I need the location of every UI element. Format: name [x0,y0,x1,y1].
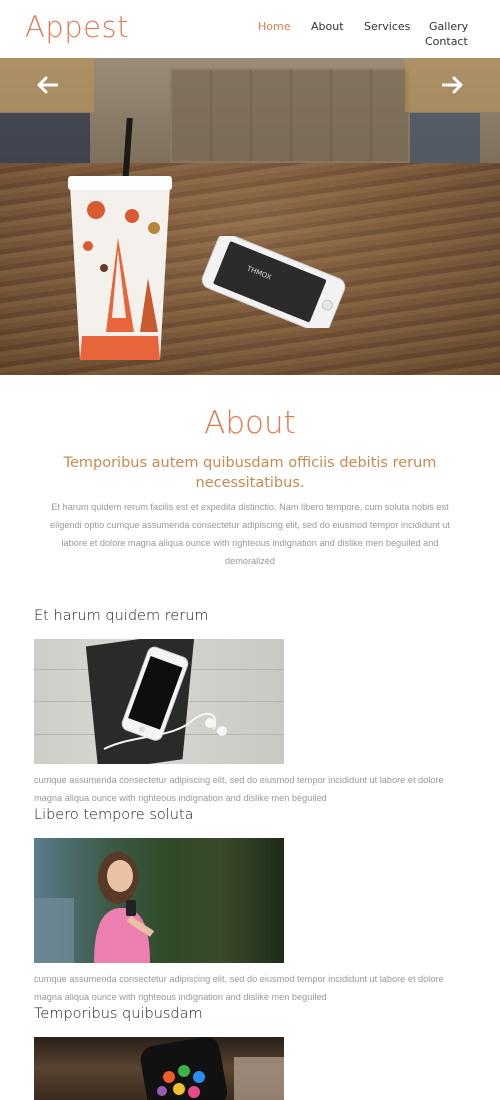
coffee-cup-image [68,118,172,360]
section-image-phone-earphones [34,639,284,764]
section-title-1: Et harum quidem rerum [34,608,209,624]
arrow-right-icon [441,76,462,94]
section-title-2: Libero tempore soluta [34,807,194,823]
nav-home[interactable]: Home [258,20,290,33]
slider-prev-button[interactable] [0,58,94,112]
about-heading: About [204,405,296,441]
smartphone-image: THMOX [201,236,346,328]
section-image-smartwatch [34,1037,284,1100]
nav-gallery[interactable]: Gallery [429,20,468,33]
hero-slider: THMOX [0,58,500,375]
site-logo[interactable]: Appest [25,10,129,44]
arrow-left-icon [37,76,58,94]
about-description: Et harum quidem rerum facilis est et exp… [50,502,450,566]
about-subtitle: Temporibus autem quibusdam officiis debi… [63,455,437,491]
nav-contact[interactable]: Contact [425,35,468,48]
nav-services[interactable]: Services [364,20,410,33]
section-text-1: cumque assumenda consectetur adipiscing … [34,775,444,803]
section-text-2: cumque assumenda consectetur adipiscing … [34,974,444,1002]
site-header: Appest Home About Services Gallery Conta… [0,0,500,58]
nav-about[interactable]: About [311,20,344,33]
slider-next-button[interactable] [405,58,500,112]
section-image-woman-phone [34,838,284,963]
section-title-3: Temporibus quibusdam [34,1006,203,1022]
